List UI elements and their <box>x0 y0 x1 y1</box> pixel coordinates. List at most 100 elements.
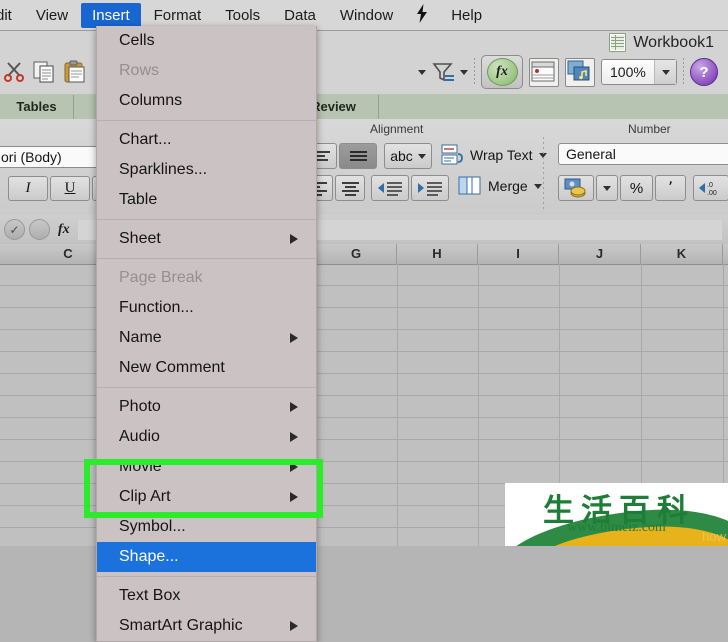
menu-group-text: Text Box SmartArt Graphic <box>97 581 316 641</box>
toolbar-separator-2 <box>683 58 684 86</box>
menu-item-smartart-graphic[interactable]: SmartArt Graphic <box>97 611 316 641</box>
merge-label: Merge <box>488 178 528 194</box>
abc-label: abc <box>390 148 413 164</box>
align-middle-button[interactable] <box>339 143 377 169</box>
menu-separator-5 <box>97 576 316 577</box>
menu-item-table[interactable]: Table <box>97 185 316 215</box>
menu-item-chart[interactable]: Chart... <box>97 125 316 155</box>
table-icon[interactable] <box>529 57 559 87</box>
menu-item-audio-label: Audio <box>119 428 160 445</box>
submenu-arrow-icon <box>290 333 298 343</box>
toolbar-dropdown-caret-1[interactable] <box>418 69 426 75</box>
currency-caret-icon <box>603 185 611 191</box>
decrease-decimal-button[interactable]: .0 .00 <box>693 175 728 201</box>
align-center-icon <box>341 181 359 196</box>
decrease-indent-icon <box>378 182 402 196</box>
menu-separator-3 <box>97 258 316 259</box>
toolbar-dropdown-caret-2[interactable] <box>460 69 468 75</box>
currency-button[interactable] <box>558 175 594 201</box>
toolbar-left-icons <box>0 55 90 87</box>
menu-item-cells[interactable]: Cells <box>97 26 316 56</box>
formula-fx-icon[interactable]: fx <box>58 222 70 238</box>
watermark-url: www.bimeiz.com <box>567 520 666 535</box>
menu-item-new-comment[interactable]: New Comment <box>97 353 316 383</box>
tab-tables[interactable]: Tables <box>0 94 74 119</box>
merge-control[interactable]: Merge <box>458 175 542 197</box>
annotation-highlight-box <box>84 459 323 518</box>
function-button[interactable]: fx <box>481 55 523 89</box>
zoom-dropdown-arrow[interactable] <box>654 60 676 84</box>
cut-icon[interactable] <box>0 55 30 87</box>
excel-window: dit View Insert Format Tools Data Window… <box>0 0 728 642</box>
bolt-glyph <box>417 4 428 23</box>
comma-button[interactable]: ٬ <box>655 175 686 201</box>
menu-item-name[interactable]: Name <box>97 323 316 353</box>
media-icon[interactable] <box>565 57 595 87</box>
currency-dropdown-button[interactable] <box>596 175 618 201</box>
merge-icon <box>458 176 481 195</box>
menu-group-objects: Chart... Sparklines... Table <box>97 125 316 215</box>
menu-item-shape[interactable]: Shape... <box>97 542 316 572</box>
confirm-icon[interactable]: ✓ <box>4 219 25 240</box>
menu-tools[interactable]: Tools <box>214 3 271 28</box>
watermark: 生活百科 www.bimeiz.com how <box>505 483 728 546</box>
copy-icon[interactable] <box>30 55 60 87</box>
column-header-g[interactable]: G <box>316 244 397 264</box>
menu-insert[interactable]: Insert <box>81 3 141 28</box>
help-icon[interactable]: ? <box>690 58 718 86</box>
cancel-icon[interactable] <box>29 219 50 240</box>
menu-help[interactable]: Help <box>440 3 493 28</box>
percent-label: % <box>629 179 644 197</box>
menu-separator-1 <box>97 120 316 121</box>
menu-window[interactable]: Window <box>329 3 404 28</box>
menu-group-cells: Cells Rows Columns <box>97 26 316 116</box>
paste-icon[interactable] <box>60 55 90 87</box>
number-group-label: Number <box>628 122 671 136</box>
menu-view[interactable]: View <box>25 3 79 28</box>
menu-item-columns[interactable]: Columns <box>97 86 316 116</box>
menu-format[interactable]: Format <box>143 3 213 28</box>
menu-item-photo[interactable]: Photo <box>97 392 316 422</box>
increase-indent-icon <box>418 182 442 196</box>
zoom-control[interactable]: 100% <box>601 59 677 85</box>
column-header-i[interactable]: I <box>478 244 559 264</box>
menu-data[interactable]: Data <box>273 3 327 28</box>
column-header-k[interactable]: K <box>641 244 723 264</box>
underline-label: U <box>64 180 76 196</box>
wrap-text-icon <box>441 144 463 165</box>
menu-item-text-box[interactable]: Text Box <box>97 581 316 611</box>
menu-item-sheet[interactable]: Sheet <box>97 224 316 254</box>
increase-indent-button[interactable] <box>411 175 449 201</box>
align-center-button[interactable] <box>335 175 365 201</box>
toolbar-right-icons: fx 100% ? <box>418 55 718 89</box>
zoom-value: 100% <box>610 64 646 80</box>
workbook-title: Workbook1 <box>633 33 714 51</box>
copy-glyph <box>33 61 54 82</box>
wrap-text-control[interactable]: Wrap Text <box>440 143 547 167</box>
submenu-arrow-icon <box>290 621 298 631</box>
menu-edit[interactable]: dit <box>0 3 23 28</box>
decrease-decimal-icon: .0 .00 <box>699 182 717 197</box>
percent-button[interactable]: % <box>620 175 653 201</box>
menu-item-rows: Rows <box>119 62 160 79</box>
menu-item-audio[interactable]: Audio <box>97 422 316 452</box>
italic-button[interactable]: I <box>8 176 48 201</box>
menu-separator-2 <box>97 219 316 220</box>
menu-item-page-break: Page Break <box>119 269 203 286</box>
number-format-field[interactable]: General <box>558 143 728 165</box>
insert-dropdown-menu[interactable]: Cells Rows Columns Chart... Sparklines..… <box>96 26 317 642</box>
underline-button[interactable]: U <box>50 176 90 201</box>
decrease-indent-button[interactable] <box>371 175 409 201</box>
menu-group-sheet: Sheet <box>97 224 316 254</box>
menu-item-sparklines[interactable]: Sparklines... <box>97 155 316 185</box>
tab-strip-filler <box>379 95 728 119</box>
merge-caret-icon <box>533 183 542 189</box>
menu-group-formula: Page Break Function... Name New Comment <box>97 263 316 383</box>
column-header-h[interactable]: H <box>397 244 478 264</box>
clipboard-glyph <box>64 60 85 82</box>
filter-icon[interactable] <box>432 62 454 82</box>
lightning-bolt-icon[interactable] <box>406 2 438 29</box>
text-direction-button[interactable]: abc <box>384 143 432 169</box>
menu-item-function[interactable]: Function... <box>97 293 316 323</box>
column-header-j[interactable]: J <box>559 244 641 264</box>
